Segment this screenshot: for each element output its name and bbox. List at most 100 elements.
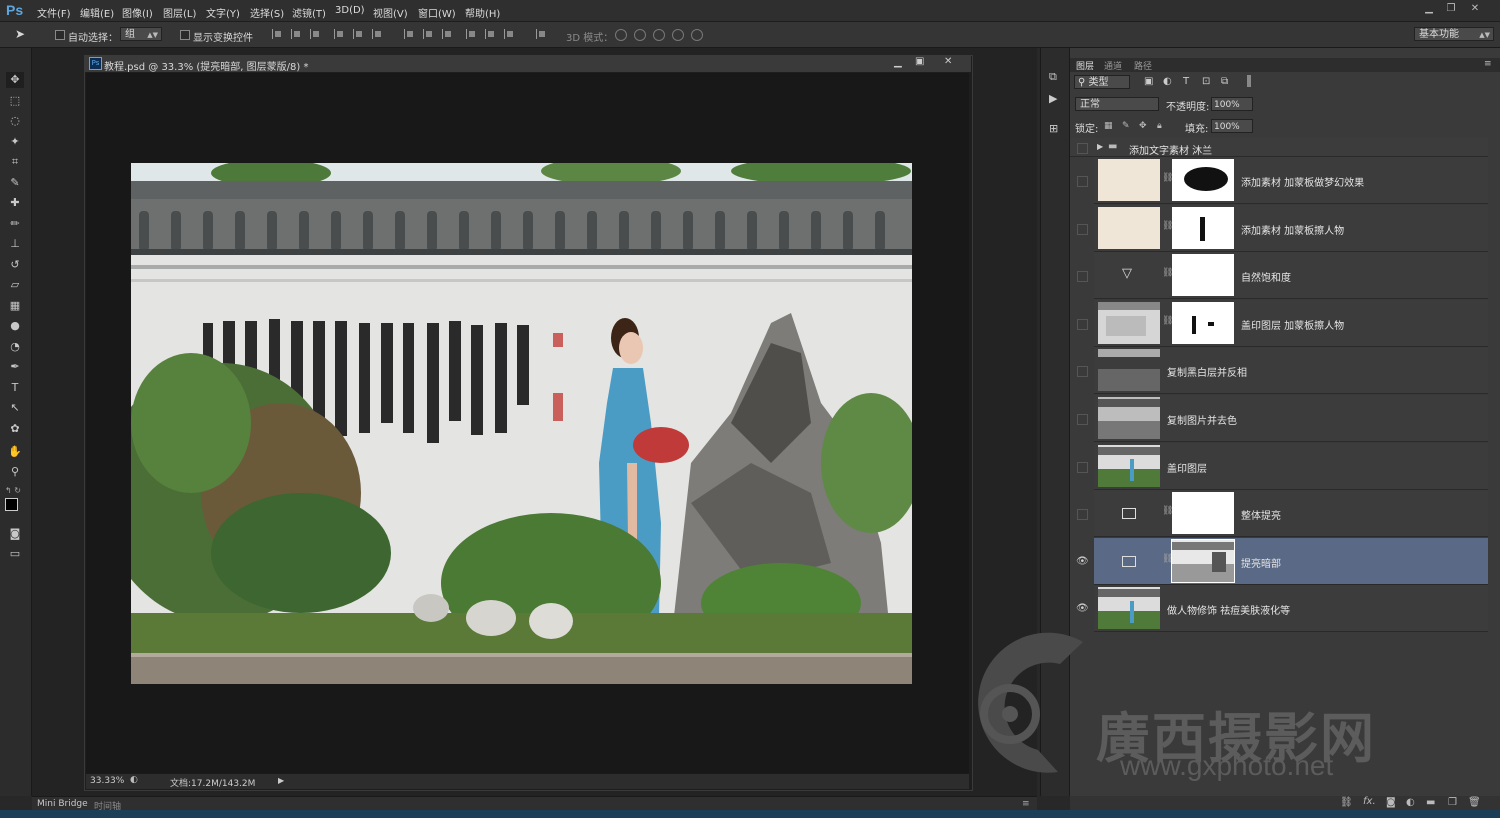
tab-layers[interactable]: 图层 xyxy=(1076,59,1094,72)
filter-pixel-icon[interactable]: ▣ xyxy=(1144,76,1153,87)
layer-name[interactable]: 做人物修饰 祛痘美肤液化等 xyxy=(1167,602,1290,617)
align-top-icon[interactable] xyxy=(272,29,283,39)
layer-name[interactable]: 整体提亮 xyxy=(1241,507,1281,522)
canvas-image[interactable] xyxy=(131,163,912,684)
distribute-left-icon[interactable] xyxy=(466,29,477,39)
layer-visibility-toggle[interactable] xyxy=(1077,224,1088,235)
layer-visibility-toggle[interactable] xyxy=(1077,414,1088,425)
layer-row[interactable]: 盖印图层 xyxy=(1094,443,1488,490)
align-bottom-icon[interactable] xyxy=(310,29,321,39)
opacity-input[interactable]: 100% xyxy=(1211,97,1253,111)
dodge-tool-icon[interactable]: ◔ xyxy=(6,339,24,355)
group-expand-icon[interactable]: ▶ xyxy=(1097,142,1103,151)
layer-row[interactable]: ⛓ 整体提亮 xyxy=(1094,490,1488,537)
doc-close-icon[interactable]: ✕ xyxy=(944,56,952,67)
layer-name[interactable]: 复制黑白层并反相 xyxy=(1167,364,1247,379)
tab-channels[interactable]: 通道 xyxy=(1104,59,1122,72)
shape-tool-icon[interactable]: ✿ xyxy=(6,421,24,437)
filter-adjustment-icon[interactable]: ◐ xyxy=(1163,76,1172,87)
lock-position-icon[interactable]: ✥ xyxy=(1139,121,1147,131)
distribute-vcenter-icon[interactable] xyxy=(423,29,434,39)
layer-visibility-toggle[interactable] xyxy=(1077,176,1088,187)
filter-toggle-icon[interactable] xyxy=(1247,75,1251,87)
distribute-hcenter-icon[interactable] xyxy=(485,29,496,39)
distribute-bottom-icon[interactable] xyxy=(442,29,453,39)
layer-visibility-toggle[interactable] xyxy=(1077,271,1088,282)
layer-name[interactable]: 添加素材 加蒙板擦人物 xyxy=(1241,222,1344,237)
eye-icon[interactable]: 👁︎ xyxy=(1076,557,1089,567)
layer-visibility-toggle[interactable] xyxy=(1077,366,1088,377)
swap-colors-icon[interactable]: ↰ ↻ xyxy=(5,486,21,495)
new-group-icon[interactable]: ▬ xyxy=(1426,797,1435,808)
minimize-icon[interactable]: ▁ xyxy=(1420,2,1438,16)
screen-mode-icon[interactable]: ▭ xyxy=(6,546,24,562)
layer-row[interactable]: ▽ ⛓ 自然饱和度 xyxy=(1094,252,1488,299)
path-selection-tool-icon[interactable]: ↖ xyxy=(6,400,24,416)
layer-visibility-toggle[interactable] xyxy=(1077,462,1088,473)
align-vcenter-icon[interactable] xyxy=(291,29,302,39)
status-info-icon[interactable]: ◐ xyxy=(130,775,138,785)
fill-input[interactable]: 100% xyxy=(1211,119,1253,133)
filter-shape-icon[interactable]: ⊡ xyxy=(1202,76,1210,87)
doc-maximize-icon[interactable]: ▣ xyxy=(915,56,924,67)
show-transform-checkbox[interactable] xyxy=(180,30,190,40)
properties-panel-icon[interactable]: ⊞ xyxy=(1049,122,1058,135)
lock-image-icon[interactable]: ✎ xyxy=(1122,121,1130,131)
menu-3d[interactable]: 3D(D) xyxy=(335,5,365,16)
layer-visibility-toggle[interactable] xyxy=(1077,319,1088,330)
lock-all-icon[interactable]: 🔒︎ xyxy=(1157,121,1162,131)
menu-layer[interactable]: 图层(L) xyxy=(163,5,196,20)
lasso-tool-icon[interactable]: ◌ xyxy=(6,113,24,129)
menu-view[interactable]: 视图(V) xyxy=(373,5,408,20)
auto-select-dropdown[interactable]: 组 ▲▼ xyxy=(120,27,162,41)
blur-tool-icon[interactable]: ● xyxy=(6,318,24,334)
zoom-tool-icon[interactable]: ⚲ xyxy=(6,464,24,480)
layer-mask-thumbnail[interactable] xyxy=(1172,254,1234,296)
layer-row[interactable]: 复制图片并去色 xyxy=(1094,395,1488,442)
gradient-tool-icon[interactable]: ▦ xyxy=(6,298,24,314)
new-adjustment-icon[interactable]: ◐ xyxy=(1406,797,1415,808)
align-right-icon[interactable] xyxy=(372,29,383,39)
marquee-tool-icon[interactable]: ⬚ xyxy=(6,93,24,109)
clone-stamp-tool-icon[interactable]: ⊥ xyxy=(6,236,24,252)
eyedropper-tool-icon[interactable]: ✎ xyxy=(6,175,24,191)
close-icon[interactable]: ✕ xyxy=(1466,2,1484,16)
crop-tool-icon[interactable]: ⌗ xyxy=(6,154,24,170)
layer-row[interactable]: ⛓ 添加素材 加蒙板擦人物 xyxy=(1094,205,1488,252)
distribute-right-icon[interactable] xyxy=(504,29,515,39)
menu-help[interactable]: 帮助(H) xyxy=(465,5,500,20)
align-left-icon[interactable] xyxy=(334,29,345,39)
menu-select[interactable]: 选择(S) xyxy=(250,5,284,20)
layer-name[interactable]: 盖印图层 xyxy=(1167,460,1207,475)
layer-row-selected[interactable]: ⛓ 提亮暗部 xyxy=(1094,538,1488,585)
layer-name[interactable]: 盖印图层 加蒙板擦人物 xyxy=(1241,317,1344,332)
tab-paths[interactable]: 路径 xyxy=(1134,59,1152,72)
3d-slide-icon[interactable] xyxy=(672,29,684,41)
align-hcenter-icon[interactable] xyxy=(353,29,364,39)
layer-row[interactable]: ⛓ 添加素材 加蒙板做梦幻效果 xyxy=(1094,157,1488,204)
3d-pan-icon[interactable] xyxy=(653,29,665,41)
add-mask-icon[interactable]: ◙ xyxy=(1386,797,1396,808)
move-tool-icon[interactable]: ✥ xyxy=(6,72,24,88)
fx-icon[interactable]: fx. xyxy=(1363,796,1376,807)
tab-mini-bridge[interactable]: Mini Bridge xyxy=(37,799,88,809)
doc-minimize-icon[interactable]: ▁ xyxy=(894,57,902,68)
distribute-top-icon[interactable] xyxy=(404,29,415,39)
filter-smart-object-icon[interactable]: ⧉ xyxy=(1221,76,1228,87)
lock-transparent-icon[interactable]: ▦ xyxy=(1104,121,1113,131)
magic-wand-tool-icon[interactable]: ✦ xyxy=(6,134,24,150)
bottom-panel-menu-icon[interactable]: ≡ xyxy=(1022,799,1030,809)
new-layer-icon[interactable]: ❐ xyxy=(1448,797,1457,808)
delete-layer-icon[interactable]: 🗑︎ xyxy=(1468,797,1481,808)
group-name[interactable]: 添加文字素材 沐兰 xyxy=(1129,142,1212,157)
layer-mask-thumbnail[interactable] xyxy=(1172,159,1234,201)
auto-align-icon[interactable] xyxy=(536,29,547,39)
eye-icon[interactable]: 👁︎ xyxy=(1076,604,1089,614)
3d-scale-icon[interactable] xyxy=(691,29,703,41)
zoom-level[interactable]: 33.33% xyxy=(90,776,124,786)
layer-row[interactable]: ⛓ 盖印图层 加蒙板擦人物 xyxy=(1094,300,1488,347)
quick-mask-icon[interactable]: ◙ xyxy=(6,526,24,542)
layer-name[interactable]: 复制图片并去色 xyxy=(1167,412,1237,427)
layer-filter-dropdown[interactable]: ⚲ 类型 xyxy=(1074,75,1130,89)
layer-name[interactable]: 提亮暗部 xyxy=(1241,555,1281,570)
